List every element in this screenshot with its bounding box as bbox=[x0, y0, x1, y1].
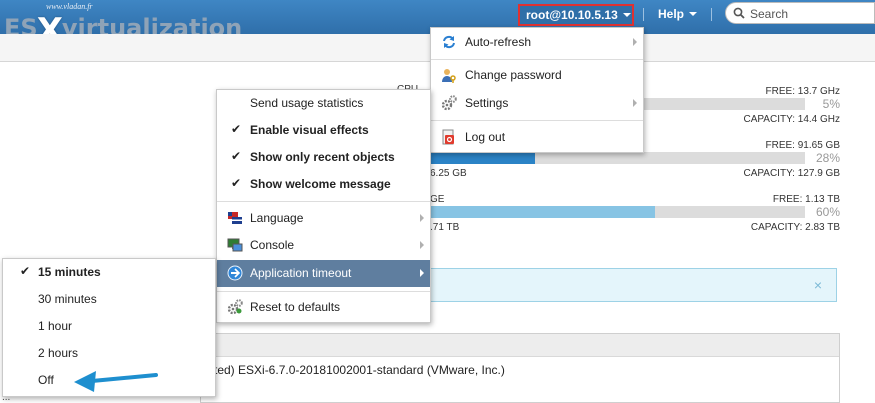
menu-item-language[interactable]: Language bbox=[217, 205, 430, 232]
menu-divider bbox=[217, 201, 430, 202]
chevron-right-icon bbox=[633, 38, 637, 46]
memory-capacity: CAPACITY: 127.9 GB bbox=[743, 168, 840, 179]
header-divider bbox=[643, 8, 644, 21]
cpu-percent: 5% bbox=[822, 97, 840, 111]
storage-used: .71 TB bbox=[430, 222, 460, 233]
chevron-right-icon bbox=[420, 241, 424, 249]
console-icon bbox=[227, 238, 243, 252]
chevron-down-icon bbox=[622, 13, 631, 17]
storage-capacity: CAPACITY: 2.83 TB bbox=[750, 222, 840, 233]
search-box bbox=[725, 2, 875, 24]
menu-item-label: 30 minutes bbox=[38, 292, 97, 306]
menu-item-enable-visual-effects[interactable]: ✔ Enable visual effects bbox=[217, 117, 430, 144]
menu-item-log-out[interactable]: Log out bbox=[431, 124, 643, 151]
timeout-option-2-hours[interactable]: 2 hours bbox=[3, 340, 215, 367]
menu-item-label: Enable visual effects bbox=[250, 123, 369, 137]
checkmark-icon: ✔ bbox=[231, 122, 242, 136]
search-input[interactable] bbox=[748, 5, 872, 23]
timeout-option-1-hour[interactable]: 1 hour bbox=[3, 313, 215, 340]
storage-label: GE bbox=[430, 194, 445, 205]
reset-gears-icon bbox=[227, 299, 243, 315]
header-divider bbox=[711, 8, 712, 21]
help-label: Help bbox=[658, 7, 685, 21]
menu-item-change-password[interactable]: Change password bbox=[431, 62, 643, 89]
menu-divider bbox=[431, 59, 643, 60]
storage-percent: 60% bbox=[815, 205, 840, 219]
menu-item-label: 15 minutes bbox=[38, 265, 101, 279]
memory-percent: 28% bbox=[815, 151, 840, 165]
menu-item-label: Application timeout bbox=[250, 266, 352, 280]
cpu-free: FREE: 13.7 GHz bbox=[765, 86, 840, 97]
chevron-right-icon bbox=[420, 214, 424, 222]
menu-item-show-only-recent-objects[interactable]: ✔ Show only recent objects bbox=[217, 144, 430, 171]
refresh-icon bbox=[443, 35, 455, 49]
menu-item-label: 2 hours bbox=[38, 346, 79, 360]
close-icon[interactable]: × bbox=[814, 277, 822, 293]
menu-item-label: Show welcome message bbox=[250, 177, 391, 191]
info-banner: × bbox=[420, 268, 837, 302]
storage-free: FREE: 1.13 TB bbox=[772, 194, 840, 205]
menu-item-label: Settings bbox=[465, 96, 509, 110]
menu-item-auto-refresh[interactable]: Auto-refresh bbox=[431, 29, 643, 56]
settings-submenu: Send usage statistics ✔ Enable visual ef… bbox=[216, 89, 431, 323]
menu-item-send-usage-statistics[interactable]: Send usage statistics bbox=[217, 90, 430, 117]
menu-item-label: Log out bbox=[465, 130, 506, 144]
menu-item-label: Console bbox=[250, 238, 295, 252]
menu-item-console[interactable]: Console bbox=[217, 232, 430, 259]
timeout-option-15-minutes[interactable]: ✔ 15 minutes bbox=[3, 259, 215, 286]
language-flag-icon bbox=[228, 212, 242, 224]
search-icon[interactable] bbox=[733, 7, 745, 19]
menu-divider bbox=[217, 291, 430, 292]
menu-item-label: Reset to defaults bbox=[250, 300, 341, 314]
chevron-right-icon bbox=[420, 269, 424, 277]
host-info-panel: ted) ESXi-6.7.0-20181002001-standard (VM… bbox=[200, 333, 840, 403]
menu-divider bbox=[431, 120, 643, 121]
user-name: root@10.10.5.13 bbox=[526, 8, 618, 22]
storage-usage-fill bbox=[430, 206, 655, 218]
menu-item-settings[interactable]: Settings bbox=[431, 90, 643, 117]
timeout-option-30-minutes[interactable]: 30 minutes bbox=[3, 286, 215, 313]
memory-usage-fill bbox=[430, 152, 535, 164]
gears-icon bbox=[441, 95, 457, 111]
user-key-icon bbox=[442, 69, 456, 83]
menu-item-label: Send usage statistics bbox=[250, 96, 364, 110]
version-text: ted) ESXi-6.7.0-20181002001-standard (VM… bbox=[214, 363, 505, 377]
storage-usage-bar bbox=[430, 206, 805, 218]
menu-item-application-timeout[interactable]: Application timeout bbox=[217, 260, 430, 287]
menu-item-label: Change password bbox=[465, 68, 562, 82]
timeout-icon bbox=[227, 265, 243, 281]
menu-item-label: Auto-refresh bbox=[465, 35, 532, 49]
chevron-down-icon bbox=[689, 12, 698, 16]
menu-item-label: Show only recent objects bbox=[250, 150, 395, 164]
annotation-arrow-icon bbox=[74, 371, 158, 392]
memory-used: 6.25 GB bbox=[430, 168, 467, 179]
help-menu-button[interactable]: Help bbox=[658, 6, 698, 22]
logout-icon bbox=[442, 129, 454, 145]
menu-item-label: Language bbox=[250, 211, 304, 225]
checkmark-icon: ✔ bbox=[231, 149, 242, 163]
checkmark-icon: ✔ bbox=[231, 176, 242, 190]
menu-item-label: 1 hour bbox=[38, 319, 73, 333]
memory-usage-bar bbox=[430, 152, 805, 164]
checkmark-icon: ✔ bbox=[20, 264, 31, 278]
user-menu-button[interactable]: root@10.10.5.13 bbox=[518, 4, 634, 26]
panel-header bbox=[201, 334, 839, 357]
menu-item-label: Off bbox=[38, 373, 54, 387]
menu-item-reset-to-defaults[interactable]: Reset to defaults bbox=[217, 294, 430, 321]
memory-free: FREE: 91.65 GB bbox=[765, 140, 840, 151]
menu-item-show-welcome-message[interactable]: ✔ Show welcome message bbox=[217, 171, 430, 198]
chevron-right-icon bbox=[633, 99, 637, 107]
cpu-capacity: CAPACITY: 14.4 GHz bbox=[743, 114, 840, 125]
user-dropdown-menu: Auto-refresh Change password Settings Lo… bbox=[430, 27, 644, 153]
